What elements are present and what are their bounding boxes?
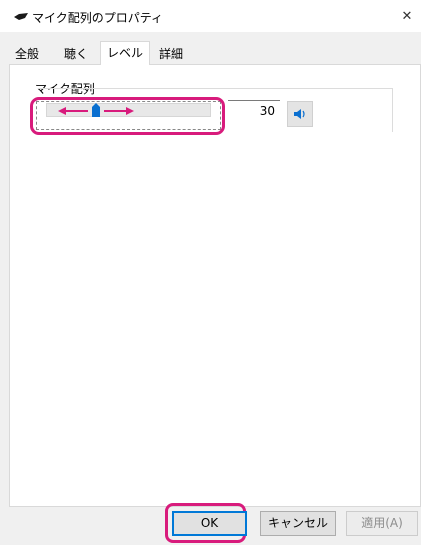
group-divider-right — [392, 88, 393, 132]
speaker-icon — [294, 109, 305, 119]
tab-listen[interactable]: 聴く — [58, 44, 94, 64]
microphone-app-icon — [14, 13, 28, 20]
cancel-button[interactable]: キャンセル — [260, 511, 336, 536]
tab-general[interactable]: 全般 — [9, 44, 45, 64]
close-button[interactable]: ✕ — [396, 5, 418, 27]
level-value: 30 — [259, 104, 275, 118]
group-divider — [38, 88, 393, 89]
window-title: マイク配列のプロパティ — [32, 11, 164, 25]
apply-button[interactable]: 適用(A) — [346, 511, 418, 536]
slider-highlight — [30, 97, 225, 135]
ok-button[interactable]: OK — [172, 511, 247, 536]
tab-advanced[interactable]: 詳細 — [153, 44, 189, 64]
tab-levels[interactable]: レベル — [100, 41, 150, 65]
title-bar: マイク配列のプロパティ ✕ — [0, 0, 421, 32]
mute-button[interactable] — [287, 101, 313, 127]
close-icon: ✕ — [401, 8, 413, 24]
